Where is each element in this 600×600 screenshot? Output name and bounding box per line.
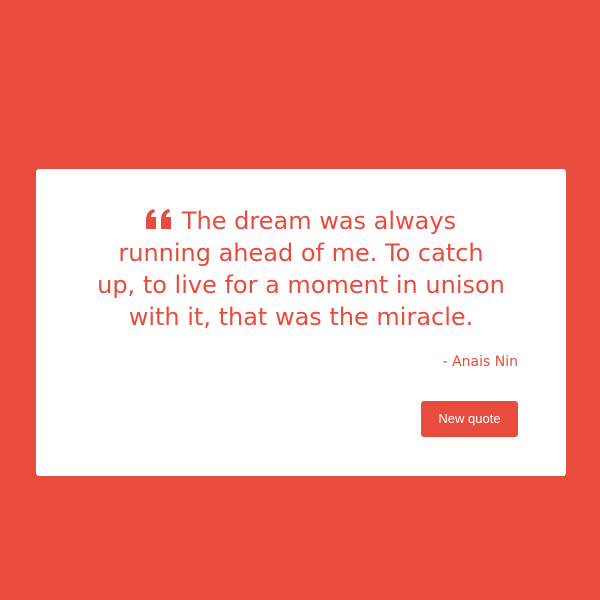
new-quote-button[interactable]: New quote <box>421 401 518 437</box>
quote-text-block: The dream was always running ahead of me… <box>96 205 506 333</box>
quote-left-icon <box>145 209 174 229</box>
quote-card: The dream was always running ahead of me… <box>36 169 566 476</box>
quote-author: - Anais Nin <box>442 354 518 370</box>
